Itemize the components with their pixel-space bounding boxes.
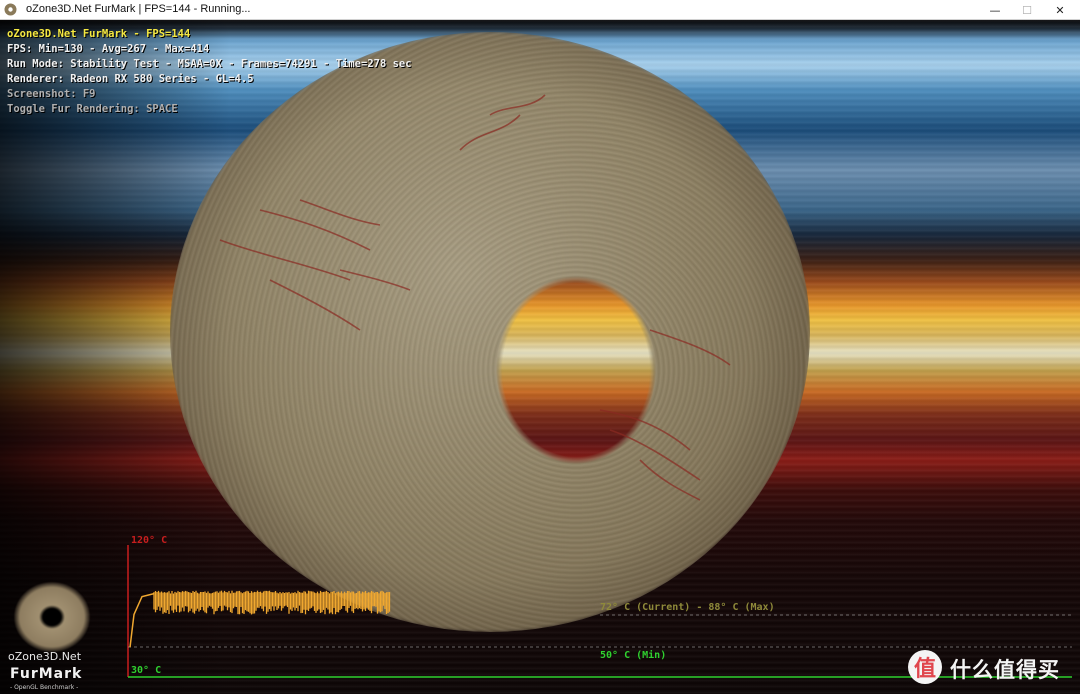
logo-line2: FurMark [10,666,83,682]
logo-line1: oZone3D.Net [8,650,82,663]
graph-min-label: 30° C [131,665,161,676]
min-temp-label: 50° C (Min) [600,649,666,661]
window-title: oZone3D.Net FurMark | FPS=144 - Running.… [26,3,251,15]
minimize-button[interactable]: — [980,0,1010,20]
maximize-button[interactable]: ☐ [1012,0,1042,20]
trace-rampup [129,592,155,648]
close-button[interactable]: ✕ [1045,0,1075,20]
render-viewport[interactable]: oZone3D.Net FurMark - FPS=144 FPS: Min=1… [0,20,1080,694]
furmark-logo: oZone3D.Net FurMark - OpenGL Benchmark - [6,580,106,691]
furmark-app-icon [4,3,17,16]
title-bar: oZone3D.Net FurMark | FPS=144 - Running.… [0,0,1080,20]
temperature-graph: 120° C 30° C 72° C (Current) - 88° C (Ma… [127,535,1072,678]
graph-max-label: 120° C [131,535,167,546]
logo-line3: - OpenGL Benchmark - [10,684,79,691]
watermark-text: 什么值得买 [950,658,1060,682]
current-temp-label: 72° C (Current) - 88° C (Max) [600,602,775,613]
watermark: 值 什么值得买 [908,648,1078,688]
temperature-trace [129,590,391,648]
watermark-badge-icon: 值 [908,650,942,684]
logo-torus-icon [14,582,90,652]
